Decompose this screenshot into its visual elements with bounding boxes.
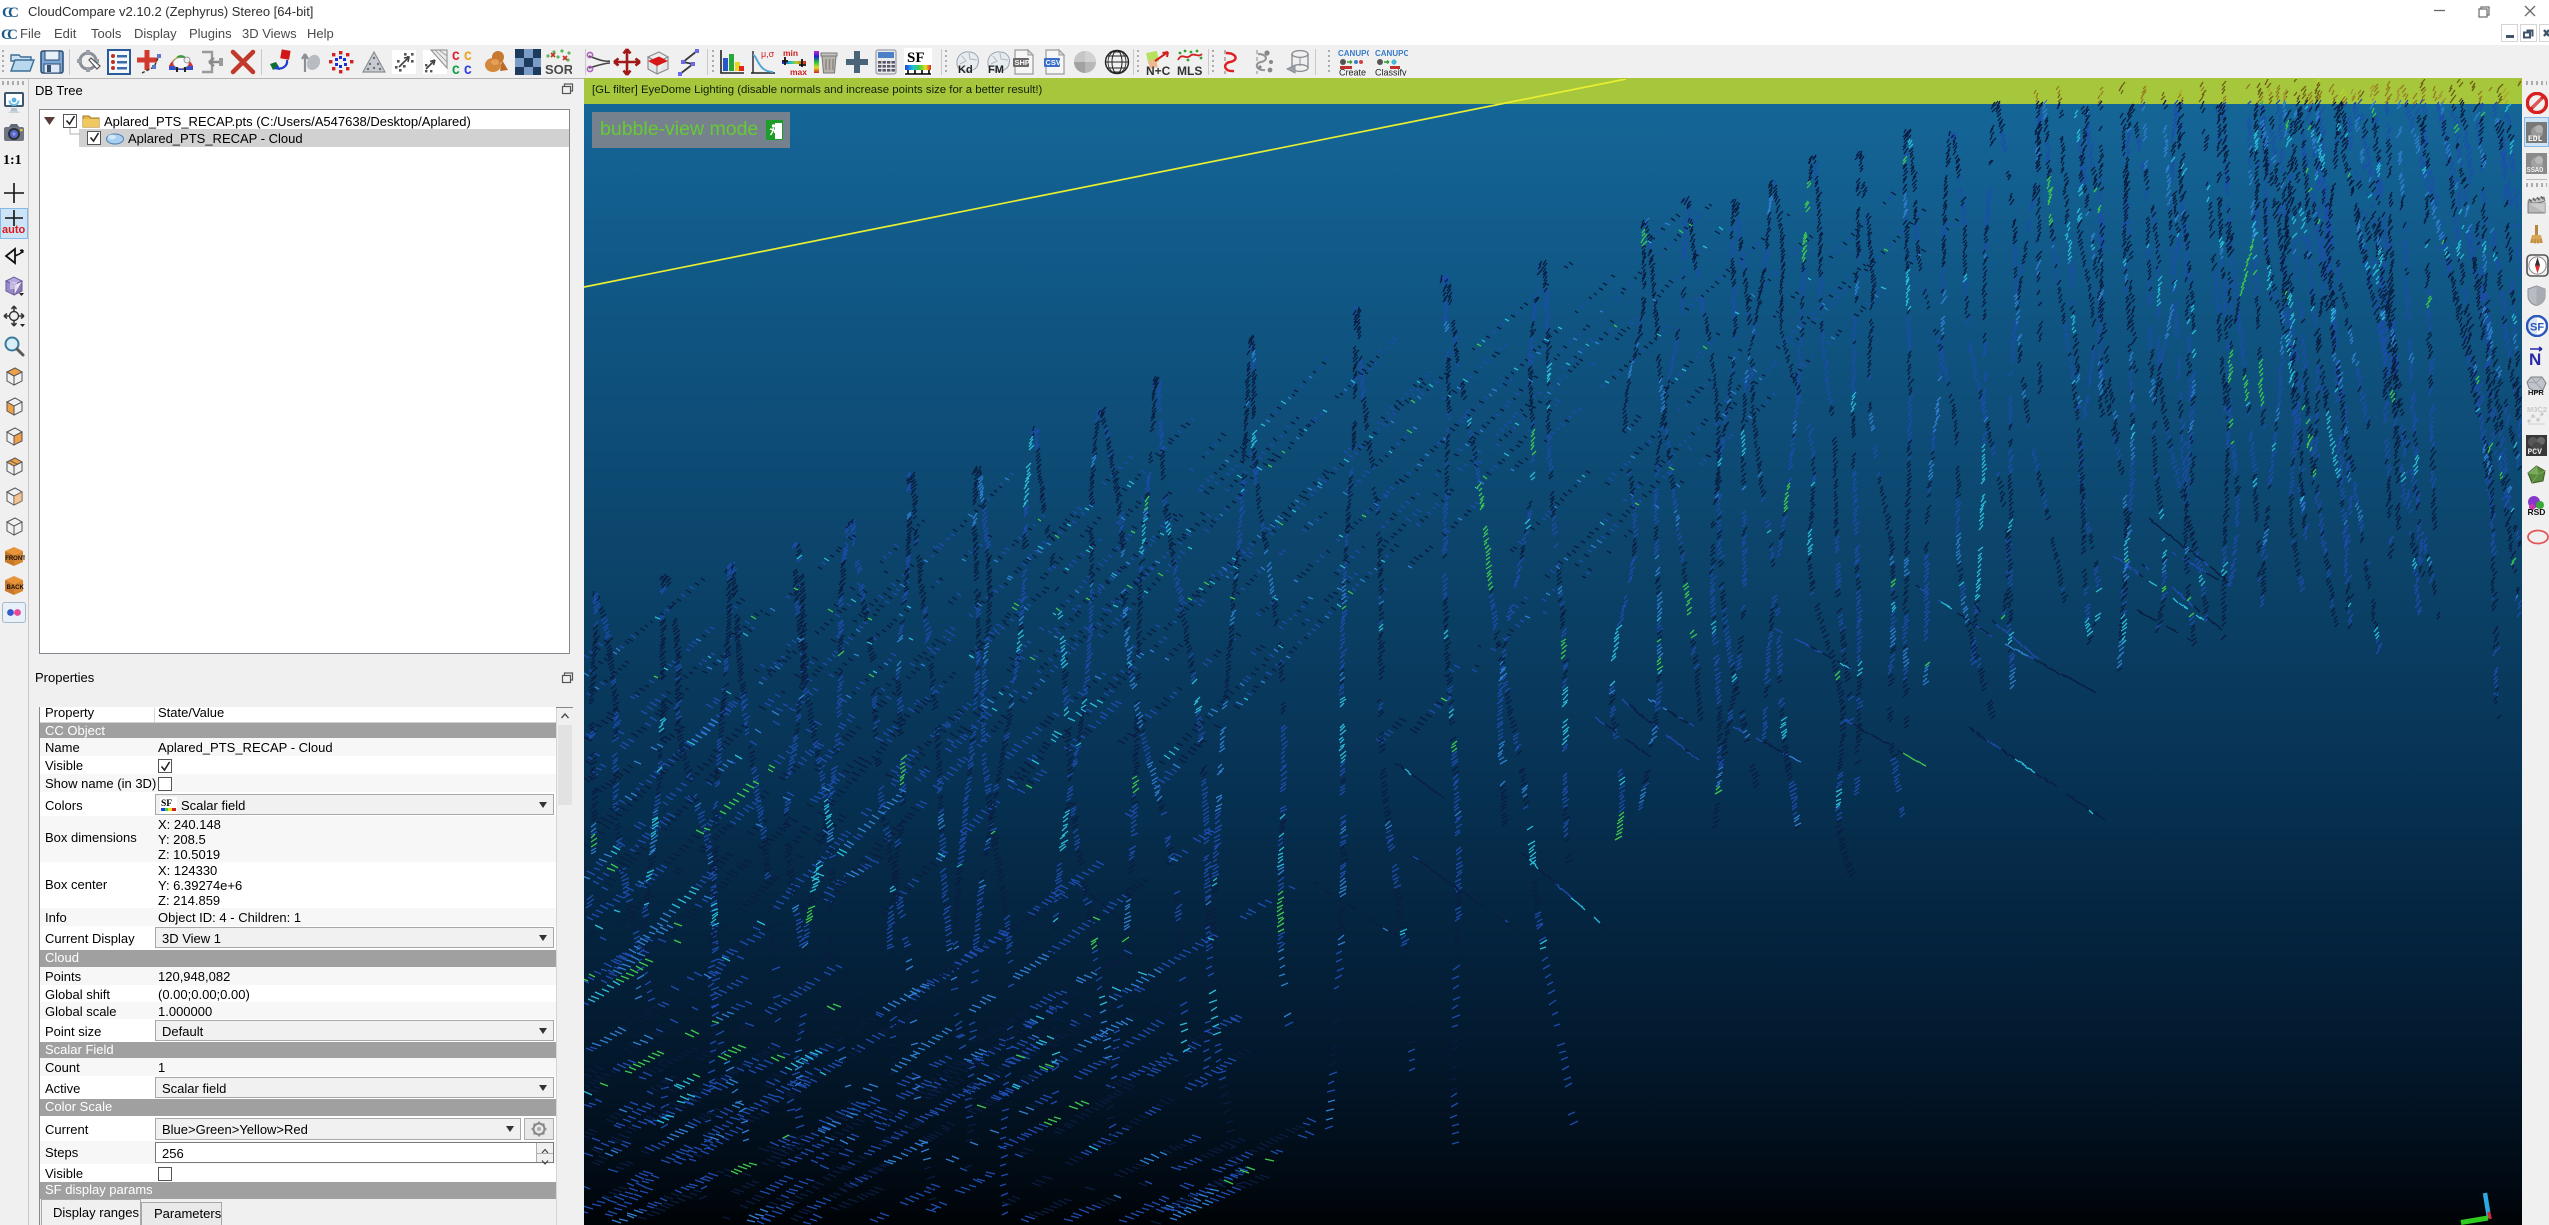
svg-text:RSD: RSD	[2528, 507, 2546, 516]
svg-text:SHP: SHP	[1015, 58, 1030, 67]
svg-text:SF: SF	[161, 799, 172, 809]
svg-text:SOR: SOR	[545, 62, 572, 76]
svg-text:EDL: EDL	[2528, 135, 2543, 143]
svg-text:SF: SF	[2530, 322, 2544, 334]
svg-text:C: C	[7, 27, 18, 42]
svg-text:Classify: Classify	[1375, 68, 1407, 77]
svg-text:max: max	[790, 67, 807, 76]
svg-text:MLS: MLS	[1177, 64, 1202, 76]
svg-text:Create: Create	[1339, 68, 1366, 77]
svg-text:min: min	[783, 48, 798, 58]
svg-text:C: C	[464, 49, 472, 64]
svg-text:C: C	[452, 49, 460, 64]
svg-text:M3C2: M3C2	[2527, 405, 2547, 414]
svg-text:SF: SF	[907, 50, 925, 66]
svg-text:CANUPO: CANUPO	[1375, 49, 1408, 58]
svg-text:C: C	[452, 63, 460, 76]
svg-text:HPR: HPR	[2528, 388, 2544, 396]
svg-text:SSAO: SSAO	[2527, 167, 2544, 174]
svg-text:FM: FM	[988, 64, 1004, 76]
svg-text:N: N	[2529, 350, 2541, 366]
svg-text:C: C	[464, 63, 472, 76]
svg-text:μ,σ: μ,σ	[761, 49, 775, 59]
svg-text:CANUPO: CANUPO	[1338, 49, 1369, 58]
svg-text:C: C	[8, 5, 19, 20]
svg-text:N+C: N+C	[1146, 64, 1171, 76]
svg-text:CSV: CSV	[1046, 58, 1061, 67]
svg-text:PCV: PCV	[2528, 448, 2543, 456]
svg-text:FRONT: FRONT	[5, 556, 25, 562]
svg-text:BACK: BACK	[7, 585, 25, 591]
svg-text:Kd: Kd	[958, 64, 973, 76]
